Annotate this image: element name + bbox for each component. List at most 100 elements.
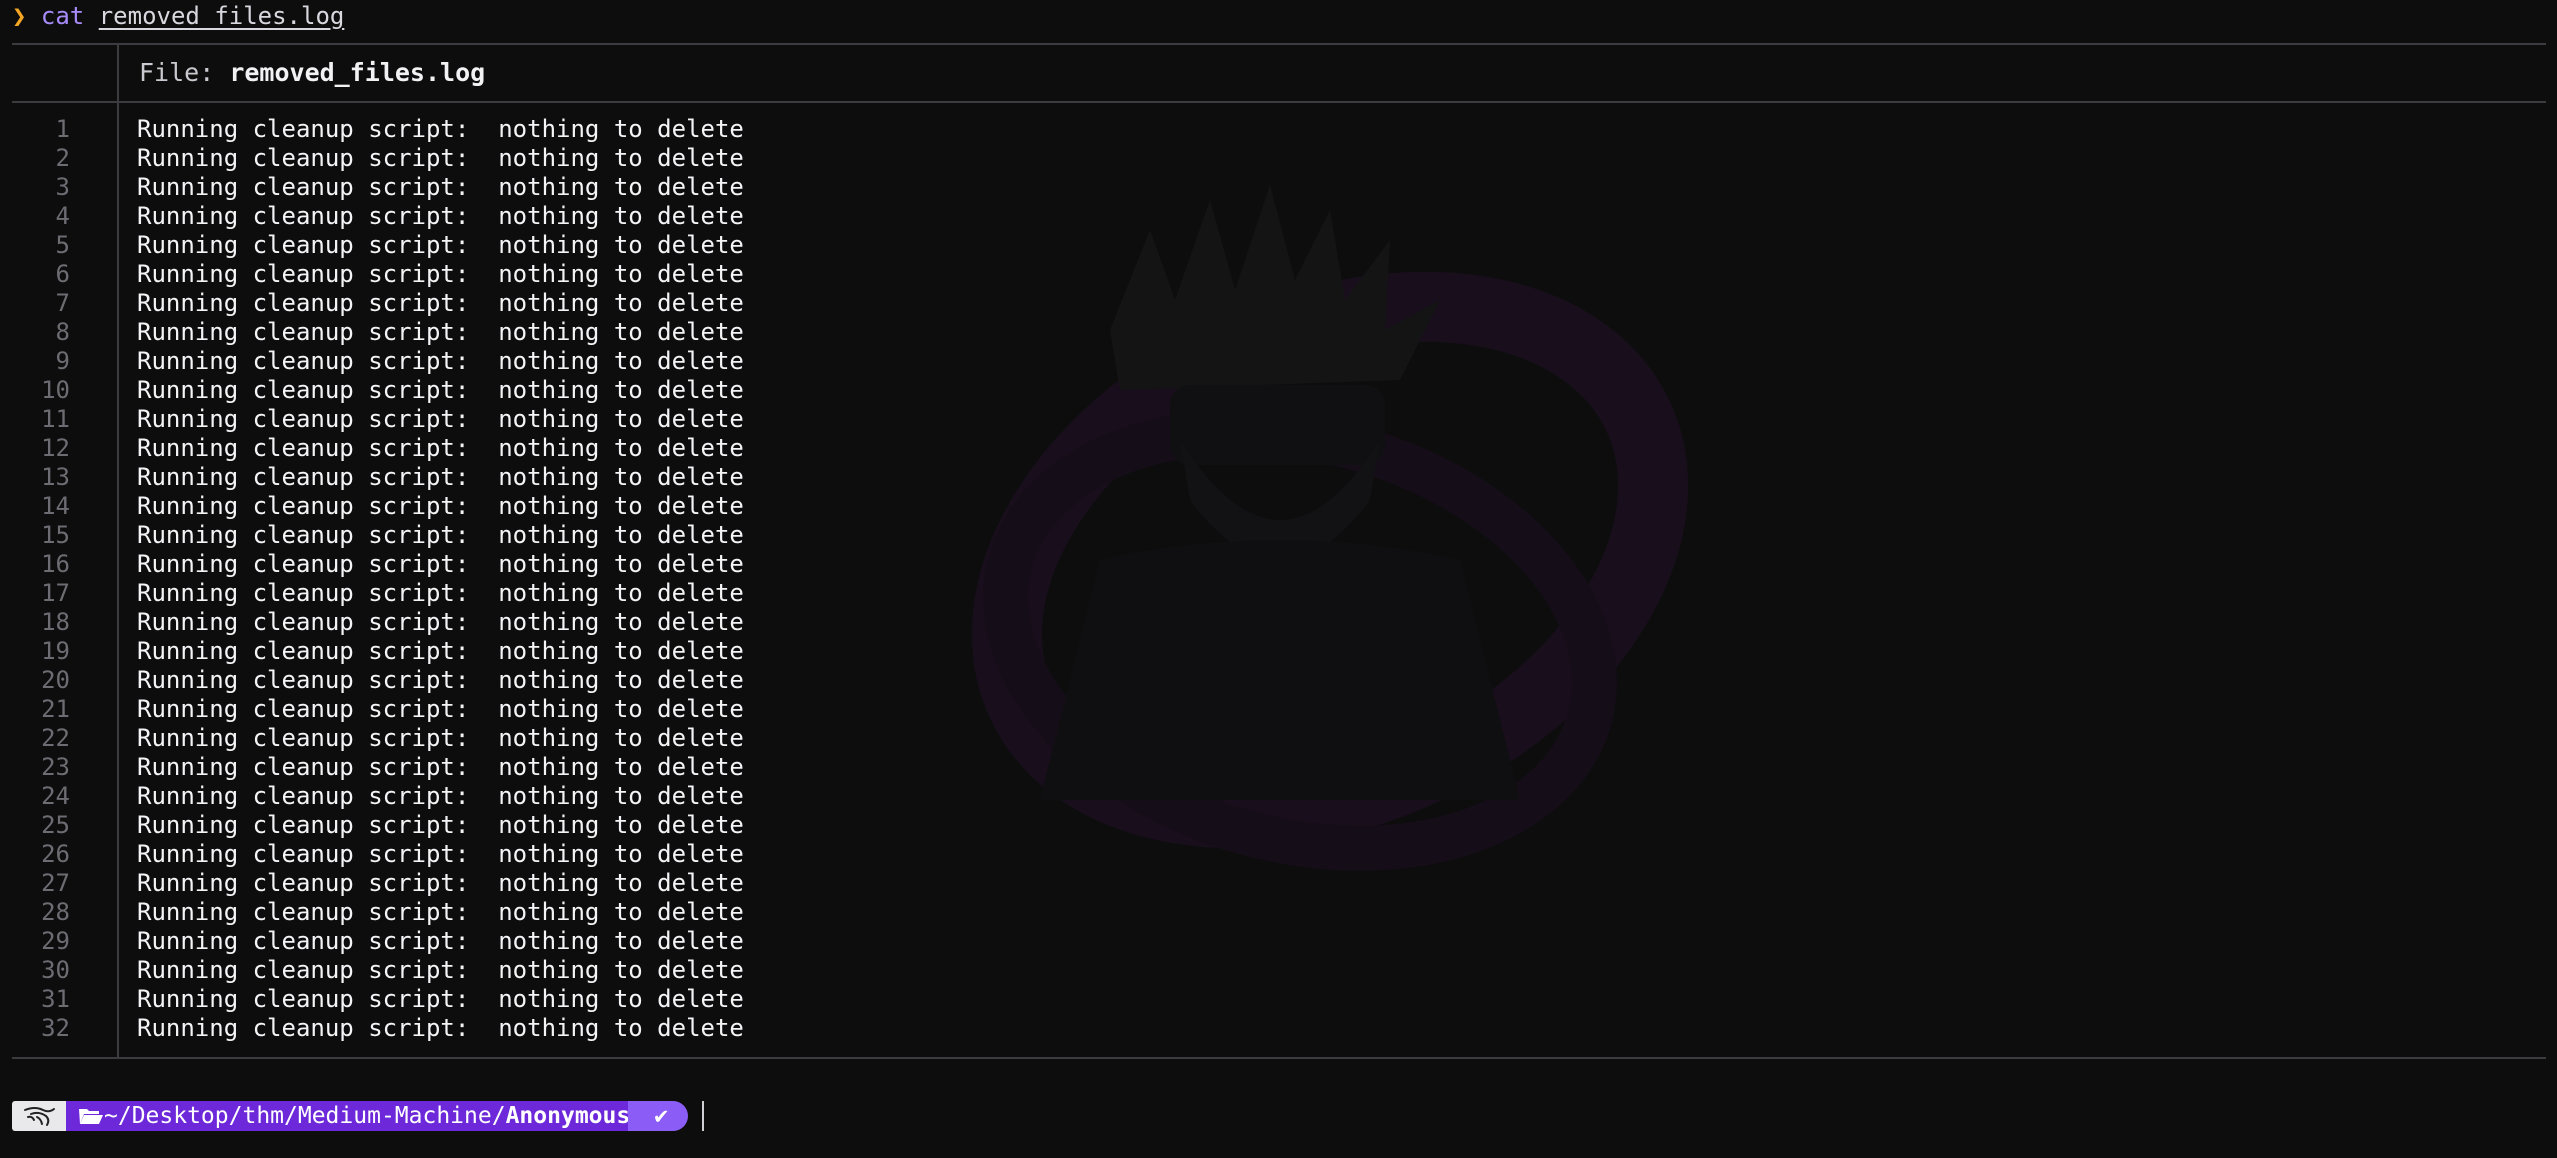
line-number: 25 xyxy=(41,811,70,839)
file-line: 19 Running cleanup script: nothing to del… xyxy=(0,637,1200,666)
line-number: 3 xyxy=(55,173,70,201)
file-header-name: removed_files.log xyxy=(229,58,486,87)
line-text: Running cleanup script: nothing to delet… xyxy=(137,666,744,694)
file-line: 32 Running cleanup script: nothing to del… xyxy=(0,1014,1200,1043)
line-text: Running cleanup script: nothing to delet… xyxy=(137,202,744,230)
line-number: 21 xyxy=(41,695,70,723)
line-number: 1 xyxy=(55,115,70,143)
line-number: 6 xyxy=(55,260,70,288)
line-text: Running cleanup script: nothing to delet… xyxy=(137,318,744,346)
line-number: 27 xyxy=(41,869,70,897)
text-cursor[interactable] xyxy=(702,1101,705,1131)
line-number: 15 xyxy=(41,521,70,549)
exit-status-segment: ✔ xyxy=(628,1101,689,1131)
line-number: 24 xyxy=(41,782,70,810)
file-line: 24 Running cleanup script: nothing to del… xyxy=(0,782,1200,811)
line-number: 13 xyxy=(41,463,70,491)
header-gutter-separator xyxy=(117,45,119,101)
prompt-statusline: ~/Desktop/thm/Medium-Machine/Anonymous ✔ xyxy=(12,1101,705,1131)
line-text: Running cleanup script: nothing to delet… xyxy=(137,869,744,897)
line-text: Running cleanup script: nothing to delet… xyxy=(137,637,744,665)
file-header: File: removed_files.log xyxy=(139,56,485,90)
line-text: Running cleanup script: nothing to delet… xyxy=(137,753,744,781)
line-number: 5 xyxy=(55,231,70,259)
line-number: 7 xyxy=(55,289,70,317)
line-text: Running cleanup script: nothing to delet… xyxy=(137,956,744,984)
line-text: Running cleanup script: nothing to delet… xyxy=(137,579,744,607)
command-name: cat xyxy=(40,2,85,30)
line-number: 9 xyxy=(55,347,70,375)
file-line: 16 Running cleanup script: nothing to del… xyxy=(0,550,1200,579)
checkmark-icon: ✔ xyxy=(654,1103,669,1129)
line-number: 30 xyxy=(41,956,70,984)
file-line: 8 Running cleanup script: nothing to dele… xyxy=(0,318,1200,347)
line-number: 4 xyxy=(55,202,70,230)
line-text: Running cleanup script: nothing to delet… xyxy=(137,463,744,491)
line-text: Running cleanup script: nothing to delet… xyxy=(137,898,744,926)
line-number: 29 xyxy=(41,927,70,955)
line-text: Running cleanup script: nothing to delet… xyxy=(137,985,744,1013)
file-line: 18 Running cleanup script: nothing to del… xyxy=(0,608,1200,637)
line-number: 23 xyxy=(41,753,70,781)
path-current-directory: Anonymous xyxy=(505,1103,631,1129)
terminal-window[interactable]: ❯ cat removed_files.log File: removed_fi… xyxy=(0,0,2557,1158)
line-number: 2 xyxy=(55,144,70,172)
line-text: Running cleanup script: nothing to delet… xyxy=(137,492,744,520)
line-number: 22 xyxy=(41,724,70,752)
line-number: 20 xyxy=(41,666,70,694)
file-line: 25 Running cleanup script: nothing to del… xyxy=(0,811,1200,840)
file-line: 17 Running cleanup script: nothing to del… xyxy=(0,579,1200,608)
line-text: Running cleanup script: nothing to delet… xyxy=(137,289,744,317)
path-segment: ~/Desktop/thm/Medium-Machine/Anonymous xyxy=(66,1101,645,1131)
os-segment xyxy=(12,1101,68,1131)
viewer-top-border xyxy=(12,43,2546,45)
line-text: Running cleanup script: nothing to delet… xyxy=(137,724,744,752)
line-text: Running cleanup script: nothing to delet… xyxy=(137,144,744,172)
line-text: Running cleanup script: nothing to delet… xyxy=(137,550,744,578)
line-text: Running cleanup script: nothing to delet… xyxy=(137,376,744,404)
line-text: Running cleanup script: nothing to delet… xyxy=(137,173,744,201)
path-prefix: ~/Desktop/thm/Medium-Machine/ xyxy=(104,1103,506,1129)
file-line: 13 Running cleanup script: nothing to del… xyxy=(0,463,1200,492)
file-line: 27 Running cleanup script: nothing to del… xyxy=(0,869,1200,898)
file-line: 11 Running cleanup script: nothing to del… xyxy=(0,405,1200,434)
file-header-label: File: xyxy=(139,58,230,87)
viewer-bottom-border xyxy=(12,1057,2546,1059)
line-number: 11 xyxy=(41,405,70,433)
file-line: 10 Running cleanup script: nothing to del… xyxy=(0,376,1200,405)
file-content[interactable]: 1 Running cleanup script: nothing to dele… xyxy=(0,115,1200,1043)
file-line: 23 Running cleanup script: nothing to del… xyxy=(0,753,1200,782)
line-text: Running cleanup script: nothing to delet… xyxy=(137,521,744,549)
line-text: Running cleanup script: nothing to delet… xyxy=(137,231,744,259)
line-number: 16 xyxy=(41,550,70,578)
line-text: Running cleanup script: nothing to delet… xyxy=(137,1014,744,1042)
file-line: 20 Running cleanup script: nothing to del… xyxy=(0,666,1200,695)
line-text: Running cleanup script: nothing to delet… xyxy=(137,608,744,636)
line-number: 26 xyxy=(41,840,70,868)
file-line: 22 Running cleanup script: nothing to del… xyxy=(0,724,1200,753)
line-text: Running cleanup script: nothing to delet… xyxy=(137,695,744,723)
header-bottom-border xyxy=(12,101,2546,103)
line-number: 8 xyxy=(55,318,70,346)
folder-open-icon xyxy=(79,1109,103,1124)
line-text: Running cleanup script: nothing to delet… xyxy=(137,405,744,433)
file-line: 29 Running cleanup script: nothing to del… xyxy=(0,927,1200,956)
file-line: 12 Running cleanup script: nothing to del… xyxy=(0,434,1200,463)
line-text: Running cleanup script: nothing to delet… xyxy=(137,811,744,839)
file-line: 6 Running cleanup script: nothing to dele… xyxy=(0,260,1200,289)
line-text: Running cleanup script: nothing to delet… xyxy=(137,115,744,143)
line-number: 19 xyxy=(41,637,70,665)
line-text: Running cleanup script: nothing to delet… xyxy=(137,260,744,288)
line-number: 32 xyxy=(41,1014,70,1042)
line-number: 28 xyxy=(41,898,70,926)
file-line: 15 Running cleanup script: nothing to del… xyxy=(0,521,1200,550)
line-number: 12 xyxy=(41,434,70,462)
line-number: 14 xyxy=(41,492,70,520)
kali-dragon-icon xyxy=(24,1107,55,1126)
command-argument-path[interactable]: removed_files.log xyxy=(99,2,345,30)
file-line: 1 Running cleanup script: nothing to dele… xyxy=(0,115,1200,144)
file-line: 7 Running cleanup script: nothing to dele… xyxy=(0,289,1200,318)
prompt-chevron-icon: ❯ xyxy=(12,2,27,30)
line-text: Running cleanup script: nothing to delet… xyxy=(137,840,744,868)
line-number: 31 xyxy=(41,985,70,1013)
